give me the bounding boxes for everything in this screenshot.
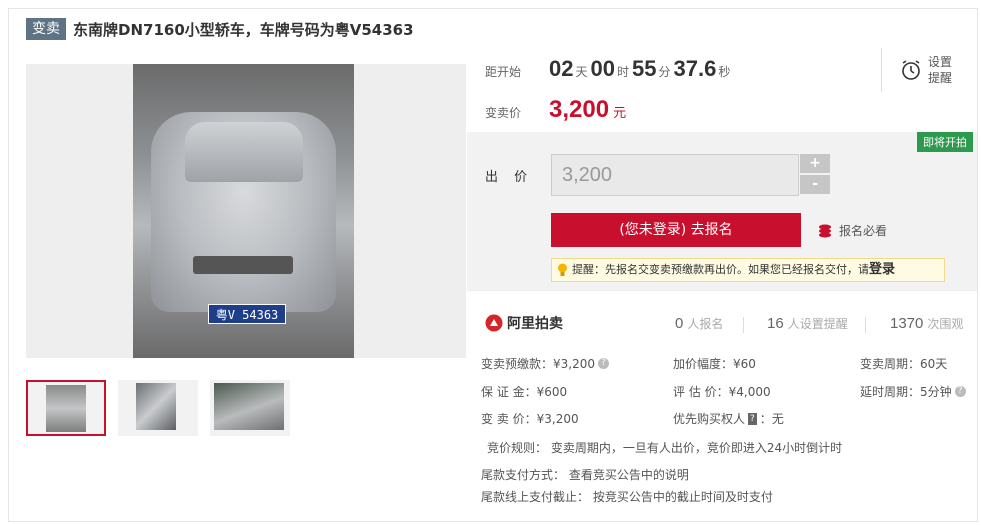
stat-signups: 0 人报名 <box>675 315 723 332</box>
hours-unit: 时 <box>616 65 629 79</box>
ali-auction-icon <box>485 314 503 332</box>
reminder-label: 设置 提醒 <box>928 54 952 86</box>
seconds-unit: 秒 <box>718 65 731 79</box>
thumbnail-strip <box>26 380 302 436</box>
alarm-clock-icon <box>902 60 920 80</box>
signup-button[interactable]: (您未登录) 去报名 <box>551 213 801 247</box>
minutes-unit: 分 <box>658 65 671 79</box>
period-row: 变卖周期：60天 <box>860 355 947 372</box>
extension-row: 延时周期：5分钟? <box>860 383 966 400</box>
bond-text: 保 证 金：¥600 <box>481 385 568 399</box>
priority-value: 无 <box>771 412 784 426</box>
countdown: 距开始 02 天 00 时 55 分 37.6 秒 <box>485 56 733 82</box>
bid-panel: 即将开拍 出 价 3,200 + - (您未登录) 去报名 报名必看 提醒：先报… <box>467 132 977 290</box>
set-reminder-button[interactable]: 设置 提醒 <box>881 48 977 92</box>
thumbnail-3[interactable] <box>210 380 290 436</box>
thumbnail-2[interactable] <box>118 380 198 436</box>
sell-price-row: 变 卖 价：¥3,200 <box>481 410 579 427</box>
bid-label: 出 价 <box>485 170 534 185</box>
page-title: 东南牌DN7160小型轿车，车牌号码为粤V54363 <box>73 20 414 39</box>
countdown-seconds: 37.6 <box>673 56 717 81</box>
bid-input[interactable]: 3,200 <box>551 154 799 196</box>
priority-label: 优先购买权人 <box>673 412 746 426</box>
help-icon[interactable]: ? <box>598 358 609 369</box>
thumbnail-1[interactable] <box>26 380 106 436</box>
sale-type-badge: 变卖 <box>26 18 66 40</box>
decrease-bid-button[interactable]: - <box>800 175 830 194</box>
must-read-label: 报名必看 <box>839 224 888 238</box>
car-photo: 粤V 54363 <box>133 64 354 358</box>
reminder-line2: 提醒 <box>928 71 953 85</box>
divider <box>743 317 744 333</box>
price-label: 变卖价 <box>485 106 522 120</box>
tip-text: 提醒：先报名交变卖预缴款再出价。如果您已经报名交付，请 <box>572 263 869 276</box>
sell-price-text: 变 卖 价：¥3,200 <box>481 412 579 426</box>
thumbnail-image <box>136 383 176 430</box>
price-row: 变卖价 3,200 元 <box>485 96 626 124</box>
coins-icon <box>819 224 831 237</box>
countdown-label: 距开始 <box>485 65 522 79</box>
deposit-text: 变卖预缴款：¥3,200 <box>481 357 595 371</box>
title-row: 变卖 东南牌DN7160小型轿车，车牌号码为粤V54363 <box>26 18 414 40</box>
stat-value: 16 <box>767 315 784 332</box>
stat-value: 1370 <box>890 315 924 332</box>
reminder-line1: 设置 <box>928 55 953 69</box>
auction-info: 阿里拍卖 0 人报名 16 人设置提醒 1370 次围观 变卖预缴款：¥3,200? … <box>467 290 977 516</box>
stat-value: 0 <box>675 315 684 332</box>
car-grille <box>193 256 293 274</box>
main-image[interactable]: 粤V 54363 <box>26 64 490 419</box>
stat-label: 人报名 <box>687 317 724 331</box>
extension-text: 延时周期：5分钟 <box>860 385 952 399</box>
bond-row: 保 证 金：¥600 <box>481 383 567 400</box>
must-read-link[interactable]: 报名必看 <box>817 222 887 239</box>
help-icon[interactable]: ? <box>954 386 966 397</box>
increment-text: 加价幅度：¥60 <box>673 357 756 371</box>
bidding-rule: 竞价规则： 变卖周期内，一旦有人出价，竞价即进入24小时倒计时 <box>487 441 843 455</box>
lightbulb-icon <box>558 263 567 276</box>
license-plate: 粤V 54363 <box>208 304 286 324</box>
brand-name: 阿里拍卖 <box>507 316 563 332</box>
price-unit: 元 <box>613 106 627 121</box>
countdown-days: 02 <box>549 56 574 81</box>
stat-reminders: 16 人设置提醒 <box>767 315 848 332</box>
countdown-hours: 00 <box>590 56 615 81</box>
login-tip: 提醒：先报名交变卖预缴款再出价。如果您已经报名交付，请登录 <box>551 258 945 282</box>
appraisal-text: 评 估 价：¥4,000 <box>673 385 771 399</box>
stat-label: 人设置提醒 <box>787 317 848 331</box>
countdown-minutes: 55 <box>632 56 657 81</box>
price-value: 3,200 <box>549 96 610 123</box>
stat-label: 次围观 <box>927 317 964 331</box>
divider <box>865 317 866 333</box>
payment-method: 尾款支付方式： 查看竞买公告中的说明 <box>481 468 689 482</box>
appraisal-row: 评 估 价：¥4,000 <box>673 383 771 400</box>
deposit-row: 变卖预缴款：¥3,200? <box>481 355 609 372</box>
status-badge: 即将开拍 <box>917 132 973 152</box>
priority-row: 优先购买权人?：无 <box>673 412 784 426</box>
car-windshield <box>185 122 303 182</box>
login-link[interactable]: 登录 <box>869 262 895 277</box>
brand-logo: 阿里拍卖 <box>485 313 563 333</box>
days-unit: 天 <box>575 65 588 79</box>
payment-deadline: 尾款线上支付截止： 按竞买公告中的截止时间及时支付 <box>481 490 773 504</box>
increment-row: 加价幅度：¥60 <box>673 355 756 372</box>
period-text: 变卖周期：60天 <box>860 357 948 371</box>
increase-bid-button[interactable]: + <box>800 154 830 173</box>
stat-views: 1370 次围观 <box>890 315 963 332</box>
thumbnail-image <box>46 385 86 432</box>
priority-info-icon[interactable]: ? <box>748 412 757 425</box>
thumbnail-image <box>214 383 284 430</box>
